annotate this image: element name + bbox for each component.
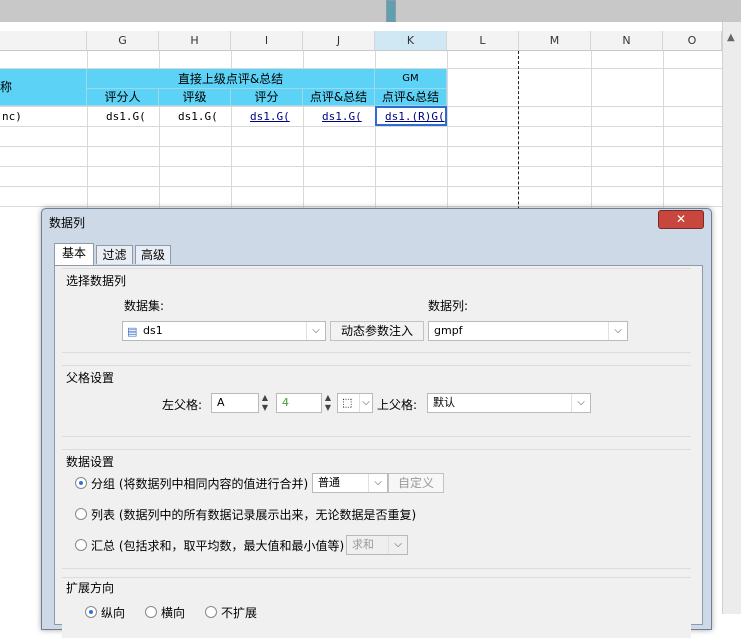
column-header-g[interactable]: G: [87, 31, 159, 51]
chevron-down-icon: ⌵: [359, 394, 372, 412]
column-header-l[interactable]: L: [447, 31, 519, 51]
grid-line: [0, 166, 722, 167]
tab-panel-basic: 选择数据列 数据集: ▤ ds1 ⌵ 动态参数注入 数据列: gmpf ⌵ 父格…: [54, 265, 703, 638]
radio-no-expand[interactable]: [205, 606, 217, 618]
left-parent-row-input[interactable]: 4: [276, 393, 322, 413]
selected-cell-outline: [375, 106, 447, 126]
column-value: gmpf: [434, 324, 463, 337]
data-cell-i[interactable]: ds1.G(: [250, 110, 290, 123]
grid-line: [0, 106, 722, 107]
group-option-label[interactable]: 分组 (将数据列中相同内容的值进行合并): [91, 475, 308, 492]
left-parent-column-input[interactable]: A: [211, 393, 259, 413]
column-header-h[interactable]: H: [159, 31, 231, 51]
section-title: 父格设置: [66, 371, 115, 385]
up-parent-select[interactable]: 默认 ⌵: [427, 393, 591, 413]
radio-group[interactable]: [75, 477, 87, 489]
top-strip: [0, 0, 741, 22]
chevron-down-icon: ⌵: [368, 474, 387, 492]
no-expand-option-label[interactable]: 不扩展: [221, 604, 257, 621]
column-header-blank: [0, 31, 87, 51]
radio-summary[interactable]: [75, 539, 87, 551]
radio-list[interactable]: [75, 508, 87, 520]
data-cell-j[interactable]: ds1.G(: [322, 110, 362, 123]
window-tab-indicator: [386, 0, 396, 22]
subheader-cell-comment[interactable]: 点评&总结: [303, 89, 375, 106]
column-header-n[interactable]: N: [591, 31, 663, 51]
cell-select-icon: ⬚: [342, 396, 353, 409]
close-button[interactable]: ✕: [658, 210, 704, 229]
dataset-icon: ▤: [127, 325, 138, 338]
chevron-down-icon: ⌵: [306, 322, 325, 340]
group-mode-select[interactable]: 普通 ⌵: [312, 473, 388, 493]
tab-filter[interactable]: 过滤: [96, 245, 133, 264]
section-parent-cell: 父格设置 左父格: A ▲ ▼ 4 ▲ ▼ ⬚ ⌵ 上父格: 默认 ⌵: [62, 365, 691, 437]
summary-option-label[interactable]: 汇总 (包括求和，取平均数，最大值和最小值等): [91, 537, 344, 554]
dataset-value: ds1: [143, 324, 163, 337]
left-parent-column-spinner[interactable]: ▲ ▼: [259, 393, 271, 413]
list-option-label[interactable]: 列表 (数据列中的所有数据记录展示出来，无论数据是否重复): [91, 506, 416, 523]
dataset-select[interactable]: ▤ ds1 ⌵: [122, 321, 326, 341]
subheader-cell-rater[interactable]: 评分人: [87, 89, 159, 106]
vertical-option-label[interactable]: 纵向: [101, 604, 125, 621]
grid-line: [0, 146, 722, 147]
column-select[interactable]: gmpf ⌵: [428, 321, 628, 341]
up-parent-value: 默认: [433, 396, 455, 409]
column-header-m[interactable]: M: [519, 31, 591, 51]
scroll-up-icon[interactable]: ▲: [727, 32, 735, 43]
grid-line: [0, 186, 722, 187]
section-select-column: 选择数据列 数据集: ▤ ds1 ⌵ 动态参数注入 数据列: gmpf ⌵: [62, 268, 691, 353]
radio-horizontal[interactable]: [145, 606, 157, 618]
radio-vertical[interactable]: [85, 606, 97, 618]
group-mode-value: 普通: [318, 476, 340, 489]
chevron-down-icon: ⌵: [571, 394, 590, 412]
dynamic-param-inject-button[interactable]: 动态参数注入: [330, 321, 424, 341]
chevron-down-icon: ⌵: [608, 322, 627, 340]
summary-mode-value: 求和: [352, 538, 374, 551]
up-parent-label: 上父格:: [377, 398, 418, 412]
column-header-k[interactable]: K: [375, 31, 447, 51]
custom-button[interactable]: 自定义: [388, 473, 444, 493]
column-label: 数据列:: [428, 299, 469, 313]
data-column-dialog: 数据列 ✕ 基本 过滤 高级 选择数据列 数据集: ▤ ds1 ⌵ 动态参数注入…: [41, 208, 712, 638]
column-header-o[interactable]: O: [663, 31, 722, 51]
chevron-down-icon: ⌵: [388, 536, 407, 554]
header-cell-name[interactable]: 称: [0, 69, 87, 106]
data-cell-name[interactable]: nc): [2, 110, 22, 123]
subheader-cell-grade[interactable]: 评级: [159, 89, 231, 106]
column-header-j[interactable]: J: [303, 31, 375, 51]
column-header-i[interactable]: I: [231, 31, 303, 51]
left-parent-label: 左父格:: [162, 398, 203, 412]
left-parent-row-spinner[interactable]: ▲ ▼: [322, 393, 334, 413]
section-title: 选择数据列: [66, 274, 127, 288]
section-title: 数据设置: [66, 455, 115, 469]
horizontal-option-label[interactable]: 横向: [161, 604, 185, 621]
grid-line: [0, 126, 722, 127]
dataset-label: 数据集:: [124, 299, 165, 313]
dialog-title: 数据列: [49, 216, 86, 230]
section-expand-direction: 扩展方向 纵向 横向 不扩展: [62, 577, 691, 638]
section-data-settings: 数据设置 分组 (将数据列中相同内容的值进行合并) 普通 ⌵ 自定义 列表 (数…: [62, 449, 691, 569]
vertical-scrollbar[interactable]: ▲: [722, 22, 741, 614]
grid-line: [0, 206, 722, 207]
tab-basic[interactable]: 基本: [54, 243, 94, 266]
tab-advanced[interactable]: 高级: [135, 245, 171, 264]
section-title: 扩展方向: [66, 581, 115, 595]
header-cell-supervisor-review[interactable]: 直接上级点评&总结: [87, 69, 375, 89]
subheader-cell-score[interactable]: 评分: [231, 89, 303, 106]
data-cell-g[interactable]: ds1.G(: [106, 110, 146, 123]
subheader-cell-gm-comment[interactable]: 点评&总结: [375, 89, 447, 106]
header-cell-gm[interactable]: GM: [375, 69, 447, 89]
data-cell-h[interactable]: ds1.G(: [178, 110, 218, 123]
cell-picker-button[interactable]: ⬚ ⌵: [337, 393, 373, 413]
summary-mode-select[interactable]: 求和 ⌵: [346, 535, 408, 555]
